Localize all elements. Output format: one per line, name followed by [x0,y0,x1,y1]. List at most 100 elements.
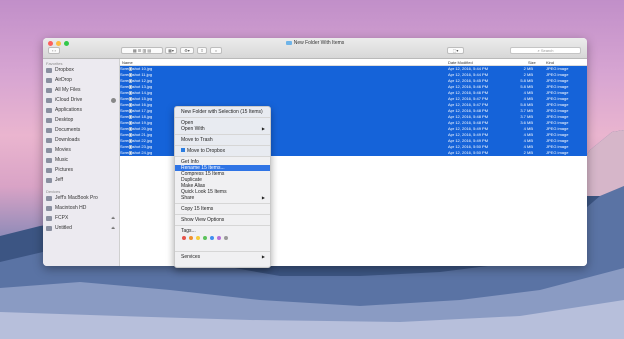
home-icon [46,177,52,183]
column-kind[interactable]: Kind [546,60,554,65]
file-name: Screenshot 11.jpg [120,72,152,77]
file-name: Screenshot 21.jpg [120,132,153,137]
sidebar-item-label: iCloud Drive [55,97,83,103]
sidebar-item-label: Dropbox [55,67,74,73]
movies-icon [46,147,52,153]
sidebar-item[interactable]: Jeff [43,175,119,185]
view-mode-buttons[interactable]: ▦ ☰ ▥ ▤ [121,47,163,54]
menu-copy[interactable]: Copy 15 Items [175,206,270,212]
menu-separator [175,214,270,215]
disk-icon [46,215,52,221]
toolbar: New Folder With Items ‹ › ▦ ☰ ▥ ▤ ▦▾ ⚙▾ … [43,38,587,59]
sidebar-item[interactable]: Movies [43,145,119,155]
file-name: Screenshot 18.jpg [120,114,153,119]
tag-color-dot[interactable] [224,236,228,240]
pictures-icon [46,167,52,173]
image-file-icon [129,91,132,95]
menu-new-folder[interactable]: New Folder with Selection (15 Items) [175,109,270,115]
menu-tags[interactable]: Tags... [175,228,270,234]
menu-separator [175,203,270,204]
submenu-arrow-icon: ▶ [261,126,265,131]
tag-color-dot[interactable] [196,236,200,240]
list-header: Name Date Modified Size Kind [120,59,587,66]
airdrop-icon [46,77,52,83]
sidebar-item[interactable]: Documents [43,125,119,135]
sidebar-item[interactable]: Applications [43,105,119,115]
context-menu: New Folder with Selection (15 Items) Ope… [174,106,271,268]
tag-color-dot[interactable] [182,236,186,240]
menu-move-to-dropbox-label: Move to Dropbox [187,148,226,154]
tag-color-dot[interactable] [189,236,193,240]
tag-color-dot[interactable] [210,236,214,240]
back-forward-buttons[interactable]: ‹ › [48,47,60,54]
laptop-icon [46,195,52,201]
action-gear-button[interactable]: ⚙▾ [180,47,194,54]
sidebar-item-label: Jeff [55,177,63,183]
sidebar-item[interactable]: AirDrop [43,75,119,85]
documents-icon [46,127,52,133]
tag-color-dot[interactable] [203,236,207,240]
sidebar-item-label: FCPX [55,215,69,221]
menu-services[interactable]: Services ▶ [175,254,270,260]
sidebar-item[interactable]: Dropbox [43,65,119,75]
sidebar-item-label: Applications [55,107,82,113]
eject-icon[interactable]: ⏏ [111,223,115,233]
sidebar-item[interactable]: Music [43,155,119,165]
image-file-icon [129,103,132,107]
music-icon [46,157,52,163]
column-size[interactable]: Size [528,60,536,65]
sidebar-item-label: Pictures [55,167,74,173]
menu-separator [175,156,270,157]
menu-services-label: Services [181,254,201,260]
share-button[interactable]: ⇧ [197,47,207,54]
tags-button[interactable]: ○ [210,47,222,54]
menu-show-view-options[interactable]: Show View Options [175,217,270,223]
file-name: Screenshot 23.jpg [120,144,153,149]
eject-icon[interactable]: ⏏ [111,213,115,223]
image-file-icon [129,145,132,149]
sidebar-item-label: Untitled [55,225,72,231]
arrange-button[interactable]: ▦▾ [165,47,177,54]
sidebar-item-label: Macintosh HD [55,205,87,211]
menu-move-to-dropbox[interactable]: Move to Dropbox [175,148,270,154]
dropbox-toolbar-button[interactable]: ⬚▾ [447,47,464,54]
sidebar-item-label: AirDrop [55,77,72,83]
search-input[interactable]: ⌕ Search [510,47,581,54]
menu-share-label: Share [181,195,195,201]
column-name[interactable]: Name [122,60,133,65]
sidebar-item[interactable]: All My Files [43,85,119,95]
image-file-icon [129,139,132,143]
image-file-icon [129,67,132,71]
window-title-text: New Folder With Items [293,40,345,46]
sidebar-item[interactable]: Downloads [43,135,119,145]
sidebar-item[interactable]: FCPX ⏏ [43,213,119,223]
file-name: Screenshot 24.jpg [120,150,153,155]
sidebar-item[interactable]: Macintosh HD [43,203,119,213]
image-file-icon [129,127,132,131]
applications-icon [46,107,52,113]
sidebar-item[interactable]: Untitled ⏏ [43,223,119,233]
file-name: Screenshot 12.jpg [120,78,153,83]
sidebar-item[interactable]: Desktop [43,115,119,125]
sidebar-item[interactable]: Jeff's MacBook Pro [43,193,119,203]
image-file-icon [129,133,132,137]
sidebar-item[interactable]: Pictures [43,165,119,175]
file-name: Screenshot 13.jpg [120,84,153,89]
menu-open-with[interactable]: Open With ▶ [175,126,270,132]
downloads-icon [46,137,52,143]
file-name: Screenshot 10.jpg [120,66,153,71]
menu-separator [175,134,270,135]
cloud-icon [46,97,52,103]
menu-open-with-label: Open With [181,126,205,132]
all-files-icon [46,87,52,93]
image-file-icon [129,121,132,125]
menu-separator [175,251,270,252]
column-date[interactable]: Date Modified [448,60,473,65]
tag-color-dot[interactable] [217,236,221,240]
menu-separator [175,117,270,118]
menu-move-to-trash[interactable]: Move to Trash [175,137,270,143]
sidebar-item[interactable]: iCloud Drive [43,95,119,105]
image-file-icon [129,85,132,89]
menu-share[interactable]: Share ▶ [175,195,270,201]
sidebar-item-label: All My Files [55,87,81,93]
